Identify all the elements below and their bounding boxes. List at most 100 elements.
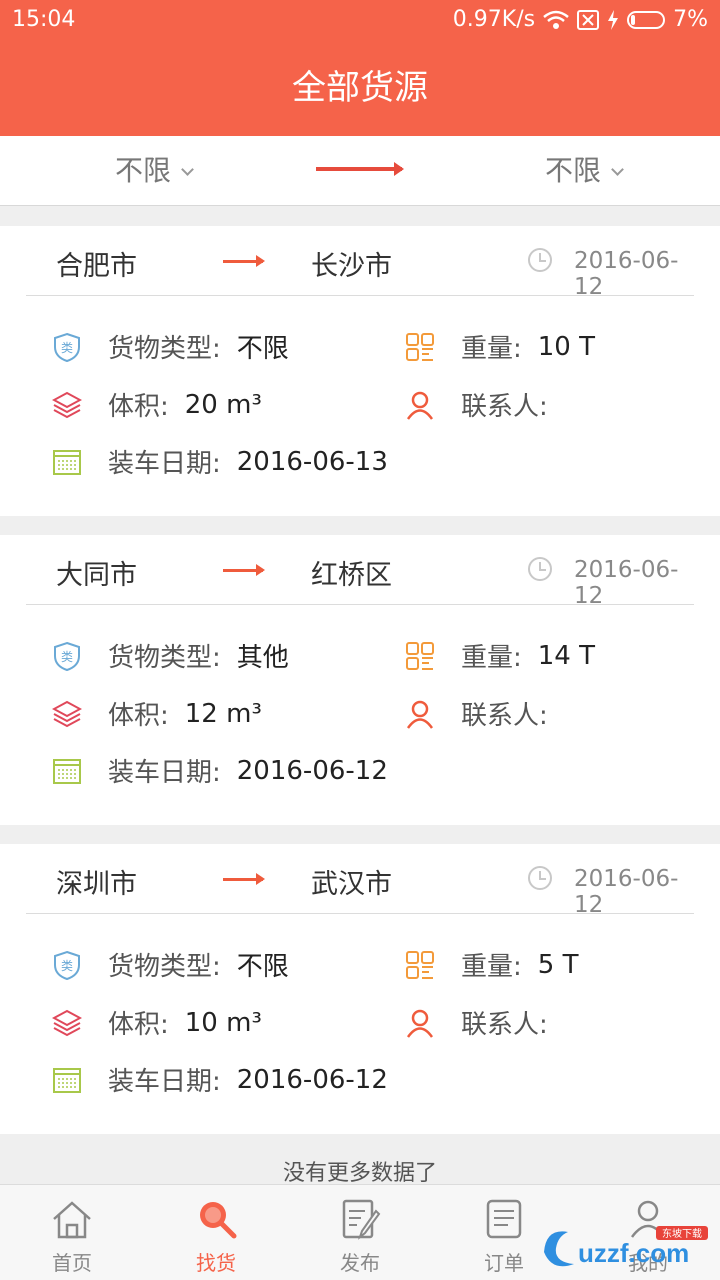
order-icon (486, 1199, 522, 1239)
battery-icon (627, 10, 666, 29)
destination-filter-dropdown[interactable]: 不限 (545, 136, 624, 206)
tab-publish[interactable]: 发布 (288, 1185, 432, 1280)
route-arrow-icon (223, 255, 265, 267)
weight-row: 重量: 14 T (405, 637, 595, 674)
cargo-card[interactable]: 大同市 红桥区 2016-06-12 类 货物类型: 其他 重量: 14 T 体… (0, 535, 720, 825)
battery-level: 7% (673, 7, 708, 32)
publish-date: 2016-06-12 (574, 248, 679, 300)
cargo-type-value: 其他 (236, 643, 289, 673)
destination-city: 长沙市 (311, 251, 392, 282)
load-date-value: 2016-06-12 (236, 755, 388, 786)
calendar-icon (53, 449, 81, 475)
destination-filter-label: 不限 (545, 154, 602, 187)
load-date-row: 装车日期: 2016-06-13 (52, 443, 388, 480)
cargo-card[interactable]: 合肥市 长沙市 2016-06-12 类 货物类型: 不限 重量: 10 T 体… (0, 226, 720, 516)
tab-publish-label: 发布 (340, 1251, 380, 1275)
cargo-type-label: 货物类型: (108, 643, 221, 673)
weight-label: 重量: (461, 643, 522, 673)
weight-grid-icon (406, 641, 434, 670)
card-route-header: 合肥市 长沙市 2016-06-12 (26, 226, 694, 300)
card-route-header: 大同市 红桥区 2016-06-12 (26, 535, 694, 609)
weight-row: 重量: 5 T (405, 946, 578, 983)
destination-city: 武汉市 (311, 869, 392, 900)
cargo-type-value: 不限 (236, 334, 289, 364)
origin-city: 大同市 (56, 560, 137, 591)
volume-label: 体积: (108, 701, 169, 731)
load-date-label: 装车日期: (108, 449, 221, 479)
card-route-header: 深圳市 武汉市 2016-06-12 (26, 844, 694, 918)
category-shield-icon: 类 (54, 950, 80, 980)
chevron-down-icon (181, 163, 194, 176)
svg-text:类: 类 (61, 341, 73, 355)
volume-label: 体积: (108, 392, 169, 422)
destination-city: 红桥区 (311, 560, 392, 591)
network-speed: 0.97K/s (452, 7, 536, 32)
origin-city: 深圳市 (56, 869, 137, 900)
home-icon (53, 1201, 91, 1239)
watermark-logo: 东坡下载 uzzf.com (544, 1226, 708, 1268)
load-date-label: 装车日期: (108, 1067, 221, 1097)
person-icon (406, 391, 434, 420)
route-arrow-icon (316, 162, 404, 176)
load-date-row: 装车日期: 2016-06-12 (52, 752, 388, 789)
volume-value: 20 m³ (184, 389, 262, 420)
search-icon (200, 1202, 237, 1239)
cargo-type-row: 类 货物类型: 不限 (52, 946, 289, 983)
volume-row: 体积: 12 m³ (52, 695, 262, 732)
volume-value: 12 m³ (184, 698, 262, 729)
route-arrow-icon (223, 873, 265, 885)
contact-label: 联系人: (461, 1010, 548, 1040)
load-date-label: 装车日期: (108, 758, 221, 788)
contact-label: 联系人: (461, 392, 548, 422)
volume-label: 体积: (108, 1010, 169, 1040)
origin-city: 合肥市 (56, 251, 137, 282)
clock-icon (528, 248, 552, 272)
contact-row: 联系人: (405, 1004, 564, 1041)
volume-row: 体积: 20 m³ (52, 386, 262, 423)
tab-find-cargo[interactable]: 找货 (144, 1185, 288, 1280)
status-indicators: 0.97K/s 7% (453, 7, 708, 32)
weight-value: 10 T (537, 331, 595, 362)
load-date-row: 装车日期: 2016-06-12 (52, 1061, 388, 1098)
clock-icon (528, 557, 552, 581)
status-bar: 15:04 0.97K/s 7% (0, 0, 720, 40)
contact-row: 联系人: (405, 695, 564, 732)
cargo-type-label: 货物类型: (108, 334, 221, 364)
sim-icon (577, 9, 600, 30)
origin-filter-label: 不限 (115, 154, 172, 187)
no-more-data-text: 没有更多数据了 (282, 1161, 437, 1186)
load-date-value: 2016-06-12 (236, 1064, 388, 1095)
layers-icon (52, 1009, 82, 1036)
layers-icon (52, 700, 82, 727)
volume-row: 体积: 10 m³ (52, 1004, 262, 1041)
cargo-type-row: 类 货物类型: 其他 (52, 637, 289, 674)
volume-value: 10 m³ (184, 1007, 262, 1038)
calendar-icon (53, 1067, 81, 1093)
svg-text:类: 类 (61, 650, 73, 664)
charging-icon (608, 9, 619, 30)
weight-label: 重量: (461, 334, 522, 364)
weight-value: 5 T (537, 949, 579, 980)
layers-icon (52, 391, 82, 418)
page-title: 全部货源 (0, 40, 720, 136)
origin-filter-dropdown[interactable]: 不限 (115, 136, 194, 206)
category-shield-icon: 类 (54, 641, 80, 671)
category-shield-icon: 类 (54, 332, 80, 362)
calendar-icon (53, 758, 81, 784)
route-arrow-icon (223, 564, 265, 576)
cargo-type-value: 不限 (236, 952, 289, 982)
publish-date: 2016-06-12 (574, 866, 679, 918)
cargo-type-row: 类 货物类型: 不限 (52, 328, 289, 365)
cargo-type-label: 货物类型: (108, 952, 221, 982)
weight-value: 14 T (537, 640, 595, 671)
tab-home-label: 首页 (52, 1251, 92, 1275)
edit-icon (342, 1199, 381, 1240)
cargo-card[interactable]: 深圳市 武汉市 2016-06-12 类 货物类型: 不限 重量: 5 T 体积… (0, 844, 720, 1134)
contact-label: 联系人: (461, 701, 548, 731)
clock-icon (528, 866, 552, 890)
weight-label: 重量: (461, 952, 522, 982)
route-filter-bar: 不限 不限 (0, 136, 720, 206)
wifi-icon (543, 10, 569, 29)
tab-home[interactable]: 首页 (0, 1185, 144, 1280)
watermark-text: uzzf.com (578, 1238, 689, 1268)
